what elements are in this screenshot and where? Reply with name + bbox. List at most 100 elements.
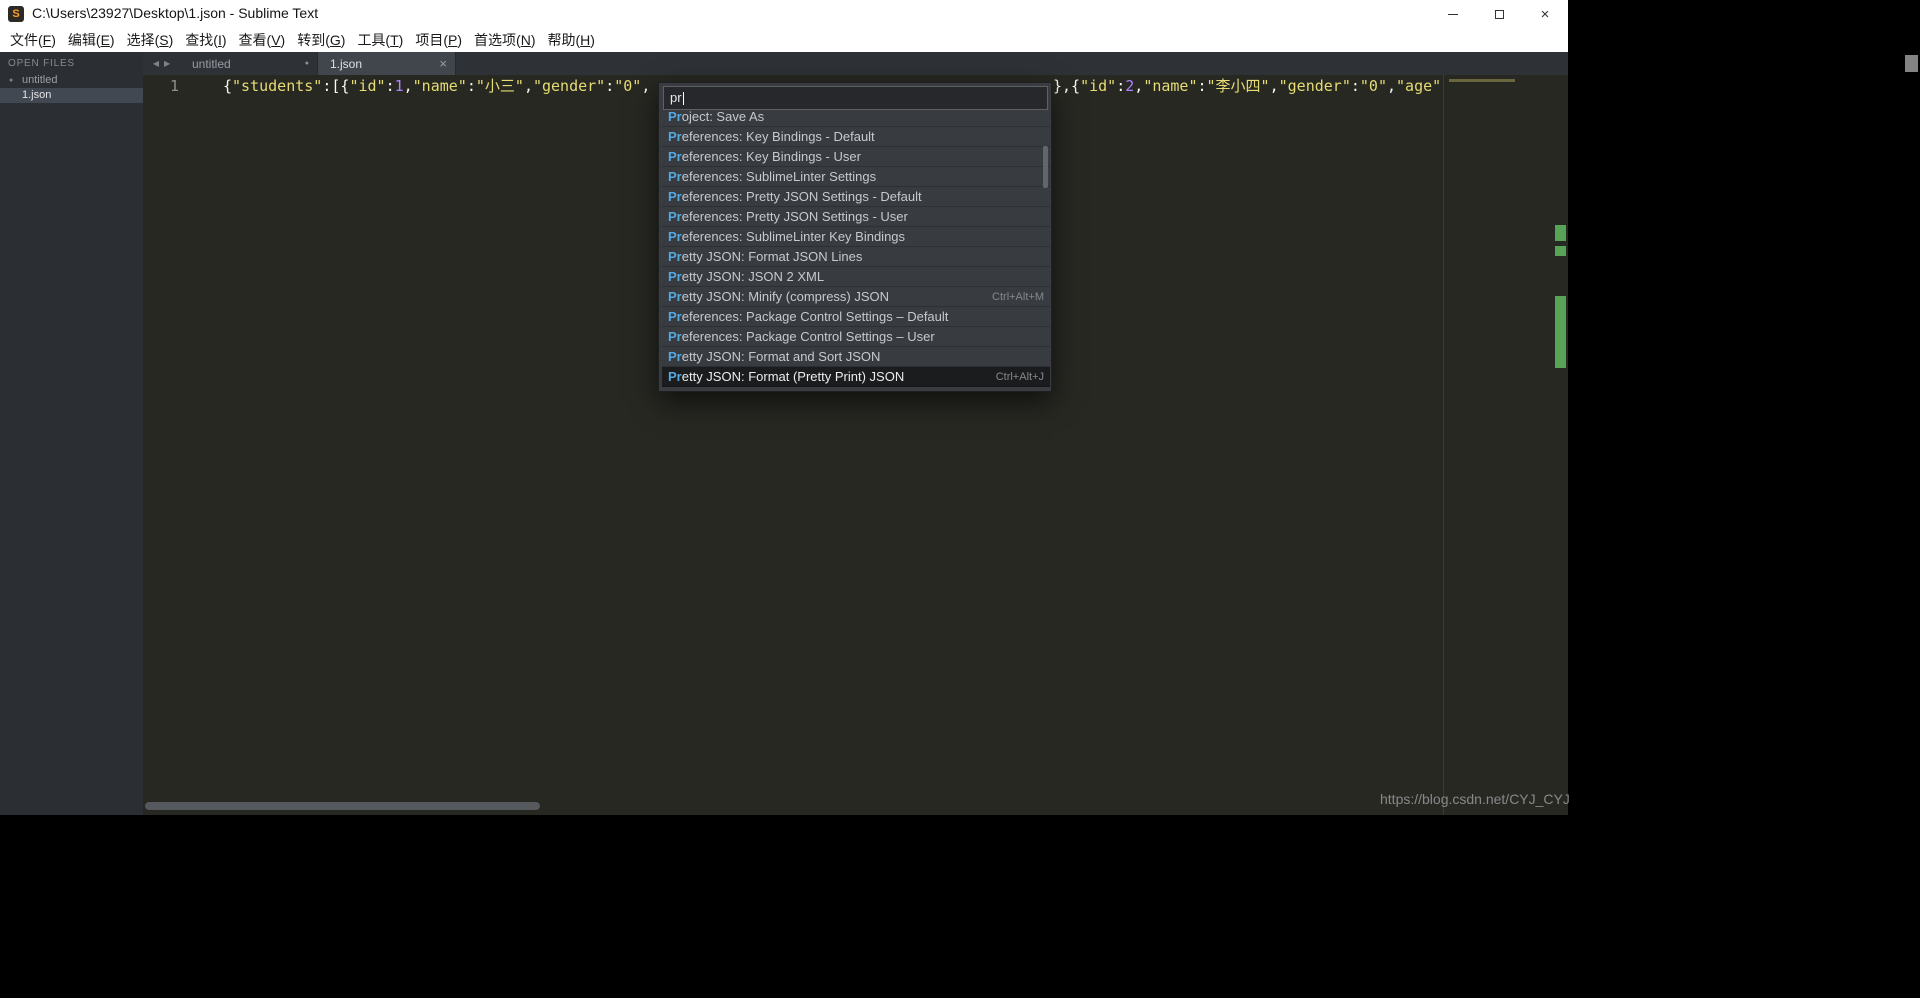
tab-scroll-arrows: ◀ ▶ — [143, 52, 180, 75]
palette-item[interactable]: Preferences: Key Bindings - Default — [662, 127, 1050, 147]
palette-item[interactable]: Preferences: Package Control Settings – … — [662, 307, 1050, 327]
palette-item[interactable]: Preferences: Key Bindings - User — [662, 147, 1050, 167]
command-palette: pr Project: Save As Preferences: Key Bind… — [658, 82, 1052, 392]
menu-item-edit[interactable]: 编辑(E) — [62, 28, 121, 52]
palette-item[interactable]: Preferences: SublimeLinter Settings — [662, 167, 1050, 187]
code-token: : — [605, 77, 615, 95]
code-token: "gender" — [532, 77, 606, 95]
code-token: : — [1197, 77, 1207, 95]
menu-label: ) — [340, 32, 346, 48]
menu-item-help[interactable]: 帮助(H) — [542, 28, 601, 52]
code-token: },{ — [1053, 77, 1081, 95]
palette-item[interactable]: Project: Save As — [662, 111, 1050, 127]
titlebar: S C:\Users\23927\Desktop\1.json - Sublim… — [0, 0, 1568, 28]
menu-label: 查找( — [185, 32, 218, 48]
menu-mnemonic: T — [390, 32, 399, 48]
tab-scroll-right-icon[interactable]: ▶ — [164, 59, 170, 68]
menu-label: ) — [590, 32, 595, 48]
screen-artifact — [1905, 55, 1918, 72]
code-token: : — [1350, 77, 1360, 95]
menu-item-preferences[interactable]: 首选项(N) — [468, 28, 541, 52]
menu-label: 查看( — [238, 32, 272, 48]
minimize-button[interactable] — [1430, 0, 1476, 28]
palette-item[interactable]: Pretty JSON: Format and Sort JSON — [662, 347, 1050, 367]
menu-label: 首选项( — [474, 32, 521, 48]
menu-label: 工具( — [357, 32, 391, 48]
palette-item[interactable]: Preferences: Pretty JSON Settings - User — [662, 207, 1050, 227]
code-token: { — [223, 77, 233, 95]
minimize-icon — [1448, 13, 1458, 15]
tab-untitled[interactable]: untitled ● — [180, 52, 318, 75]
code-token: "0" — [614, 77, 642, 95]
horizontal-scrollbar-thumb[interactable] — [145, 802, 540, 810]
open-file-1-json[interactable]: 1.json — [0, 88, 143, 103]
menu-label: 选择( — [126, 32, 160, 48]
match-highlight: Pr — [668, 129, 682, 144]
palette-scrollbar-thumb[interactable] — [1043, 146, 1048, 188]
palette-item[interactable]: Pretty JSON: Minify (compress) JSON Ctrl+… — [662, 287, 1050, 307]
maximize-button[interactable] — [1476, 0, 1522, 28]
code-token: "李小四" — [1206, 77, 1270, 95]
watermark-text: https://blog.csdn.net/CYJ_CYJ — [1380, 791, 1570, 807]
command-palette-query: pr — [670, 90, 682, 105]
menu-label: ) — [398, 32, 404, 48]
tab-scroll-left-icon[interactable]: ◀ — [153, 59, 159, 68]
palette-item[interactable]: Pretty JSON: Format (Pretty Print) JSON C… — [662, 367, 1050, 387]
palette-item-label: Pretty JSON: Format (Pretty Print) JSON — [668, 369, 905, 384]
menu-item-project[interactable]: 项目(P) — [409, 28, 468, 52]
menu-item-tools[interactable]: 工具(T) — [351, 28, 409, 52]
code-token: , — [1269, 77, 1279, 95]
code-token: 2 — [1125, 77, 1135, 95]
code-token: , — [1387, 77, 1397, 95]
palette-item[interactable]: Preferences: Pretty JSON Settings - Defa… — [662, 187, 1050, 207]
code-token: "gender" — [1278, 77, 1351, 95]
palette-item-shortcut: Ctrl+Alt+J — [995, 370, 1044, 383]
palette-item-label: Pretty JSON: Format and Sort JSON — [668, 349, 881, 364]
palette-item[interactable]: Pretty JSON: JSON 2 XML — [662, 267, 1050, 287]
menu-label: ) — [221, 32, 227, 48]
match-highlight: Pr — [668, 269, 682, 284]
palette-item-label: Pretty JSON: JSON 2 XML — [668, 269, 825, 284]
menu-label: ) — [530, 32, 536, 48]
menu-item-find[interactable]: 查找(I) — [179, 28, 232, 52]
scrollbar-mark — [1555, 296, 1566, 368]
match-highlight: Pr — [668, 349, 682, 364]
menu-mnemonic: G — [329, 32, 341, 48]
menu-label: ) — [51, 32, 56, 48]
palette-item[interactable]: Preferences: Package Control Settings – … — [662, 327, 1050, 347]
code-token: 1 — [394, 77, 404, 95]
menu-mnemonic: H — [580, 32, 591, 48]
tab-label: 1.json — [330, 56, 363, 71]
maximize-icon — [1494, 9, 1504, 19]
palette-item-label: Project: Save As — [668, 111, 765, 124]
sublime-icon: S — [8, 6, 24, 22]
tab-1-json[interactable]: 1.json × — [318, 52, 456, 75]
close-button[interactable]: × — [1522, 0, 1568, 28]
menu-mnemonic: S — [159, 32, 169, 48]
sidebar: OPEN FILES ● untitled 1.json — [0, 52, 143, 815]
open-file-untitled[interactable]: ● untitled — [0, 73, 143, 88]
tabbar: ◀ ▶ untitled ● 1.json × — [143, 52, 1568, 75]
tab-close-icon[interactable]: × — [439, 56, 447, 71]
code-token: : — [466, 77, 476, 95]
menu-item-goto[interactable]: 转到(G) — [291, 28, 351, 52]
menu-item-view[interactable]: 查看(V) — [233, 28, 292, 52]
open-files-header: OPEN FILES — [8, 58, 75, 69]
menu-label: 转到( — [297, 32, 330, 48]
code-token: :[{ — [322, 77, 350, 95]
code-token: "age" — [1396, 77, 1442, 95]
menu-label: 文件( — [10, 32, 43, 48]
code-token: "name" — [412, 77, 467, 95]
palette-item[interactable]: Pretty JSON: Format JSON Lines — [662, 247, 1050, 267]
window-title: C:\Users\23927\Desktop\1.json - Sublime … — [32, 5, 319, 21]
code-token: "0" — [1359, 77, 1387, 95]
menu-label: ) — [168, 32, 174, 48]
file-name: 1.json — [22, 89, 52, 101]
scrollbar-mark — [1555, 225, 1566, 241]
menu-item-file[interactable]: 文件(F) — [4, 28, 62, 52]
command-palette-input[interactable]: pr — [663, 86, 1048, 110]
palette-item[interactable]: Preferences: SublimeLinter Key Bindings — [662, 227, 1050, 247]
code-token: "id" — [349, 77, 386, 95]
code-token: , — [523, 77, 533, 95]
menu-item-selection[interactable]: 选择(S) — [121, 28, 180, 52]
